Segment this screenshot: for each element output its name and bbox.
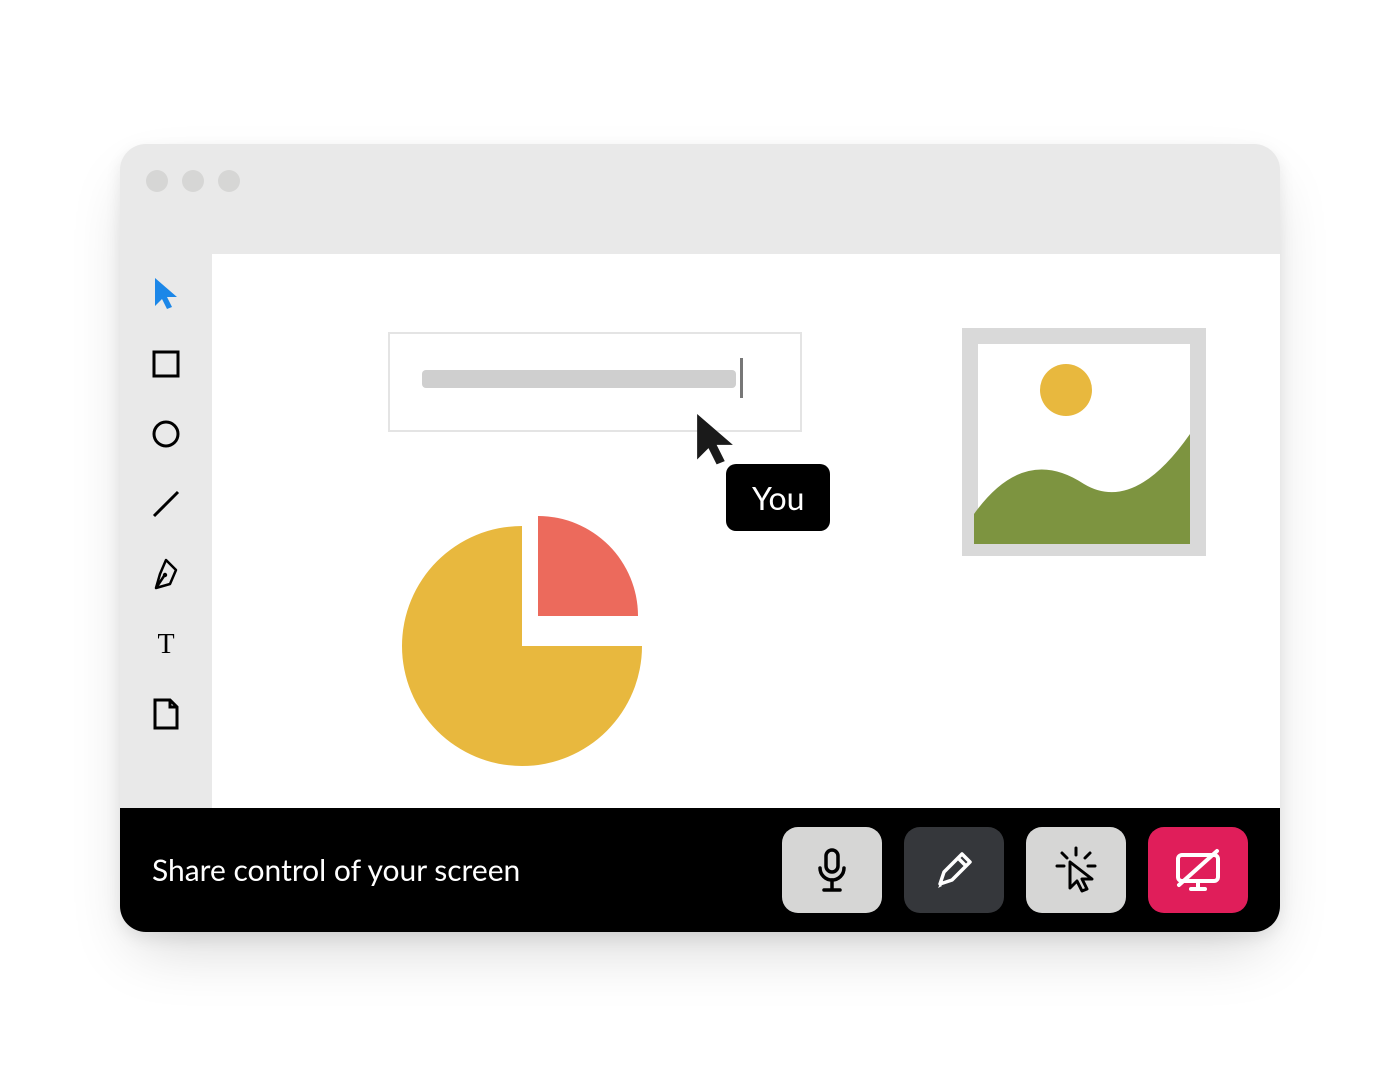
tool-pen[interactable] <box>148 556 184 592</box>
remote-cursor <box>692 414 738 470</box>
minimize-window-button[interactable] <box>182 170 204 192</box>
microphone-button[interactable] <box>782 827 882 913</box>
tool-text[interactable]: T <box>148 626 184 662</box>
tool-rectangle[interactable] <box>148 346 184 382</box>
line-icon <box>150 488 182 520</box>
text-caret <box>740 358 743 398</box>
tool-select[interactable] <box>148 276 184 312</box>
bottom-toolbar: Share control of your screen <box>120 808 1280 932</box>
text-placeholder-bar <box>422 370 736 388</box>
window-controls <box>146 170 240 192</box>
tool-ellipse[interactable] <box>148 416 184 452</box>
canvas-pie-chart[interactable] <box>402 514 654 770</box>
click-control-button[interactable] <box>1026 827 1126 913</box>
tool-line[interactable] <box>148 486 184 522</box>
pencil-icon <box>932 848 976 892</box>
svg-text:T: T <box>157 629 174 659</box>
app-window: T <box>120 144 1280 932</box>
window-titlebar <box>120 144 1280 254</box>
page-icon <box>151 697 181 731</box>
design-canvas[interactable]: You <box>212 254 1280 808</box>
canvas-text-input[interactable] <box>388 332 802 432</box>
canvas-image-placeholder[interactable] <box>962 328 1206 556</box>
stop-screen-share-icon <box>1171 847 1225 893</box>
pie-chart-icon <box>402 514 654 766</box>
remote-cursor-label: You <box>726 464 830 531</box>
close-window-button[interactable] <box>146 170 168 192</box>
tool-sidebar: T <box>120 254 212 808</box>
circle-icon <box>151 419 181 449</box>
arrow-cursor-icon <box>153 278 179 310</box>
zoom-window-button[interactable] <box>218 170 240 192</box>
stop-share-button[interactable] <box>1148 827 1248 913</box>
click-cursor-icon <box>1050 844 1102 896</box>
cursor-icon <box>692 414 738 466</box>
square-icon <box>152 350 180 378</box>
text-icon: T <box>151 629 181 659</box>
microphone-icon <box>812 846 852 894</box>
pen-nib-icon <box>150 558 182 590</box>
content-area: T <box>120 254 1280 808</box>
tool-page[interactable] <box>148 696 184 732</box>
bottom-toolbar-label: Share control of your screen <box>152 852 760 888</box>
image-hill-icon <box>974 404 1190 544</box>
draw-button[interactable] <box>904 827 1004 913</box>
